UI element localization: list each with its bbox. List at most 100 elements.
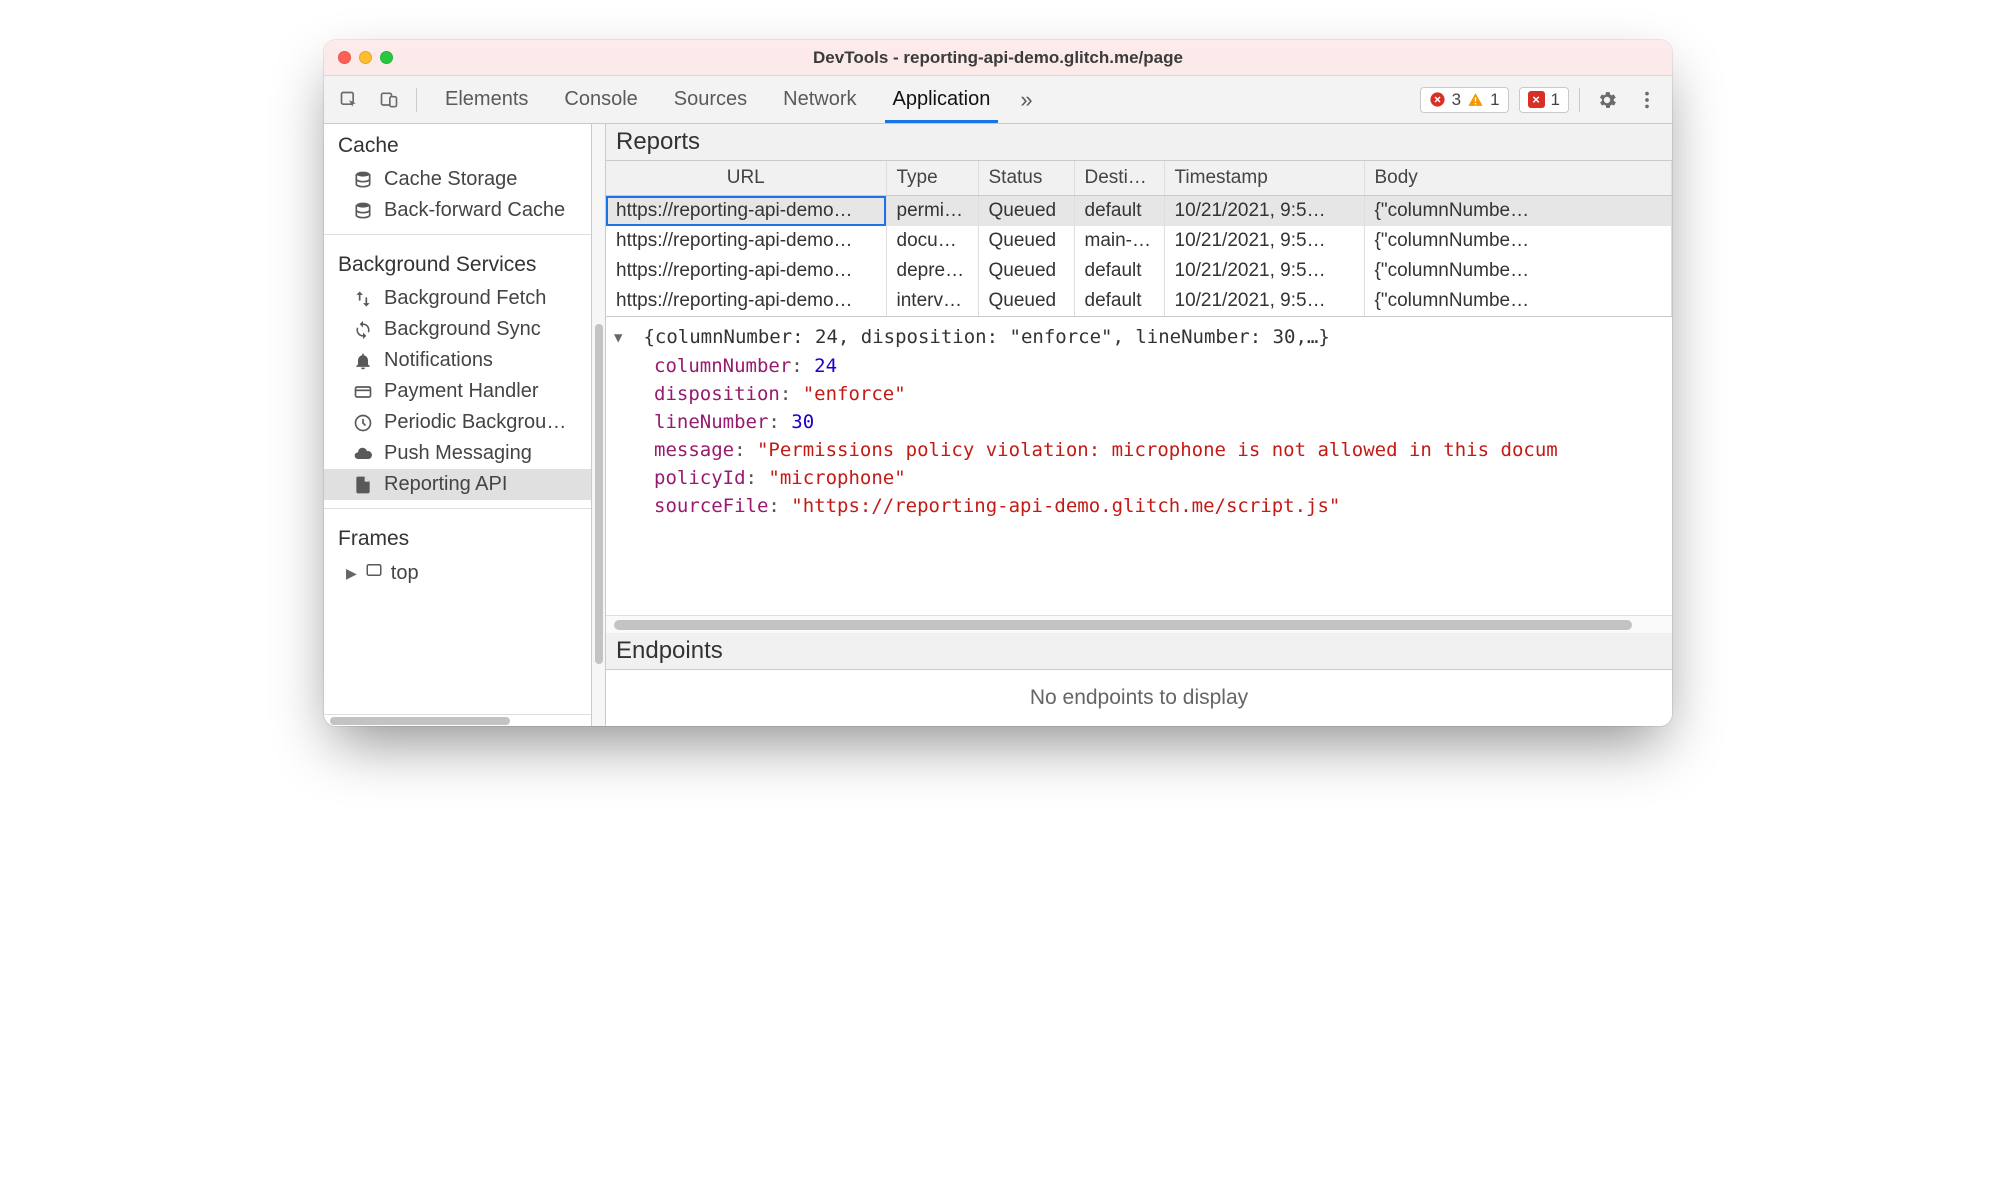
sidebar-item-payment-handler[interactable]: Payment Handler — [324, 376, 591, 407]
json-field-columnNumber: columnNumber24 — [614, 352, 1664, 380]
sync-icon — [352, 319, 374, 341]
endpoints-header: Endpoints — [606, 633, 1672, 670]
json-value: "https://reporting-api-demo.glitch.me/sc… — [791, 495, 1340, 517]
reports-column-header[interactable]: URL — [606, 161, 886, 196]
sidebar-item-label: Notifications — [384, 349, 493, 372]
card-icon — [352, 381, 374, 403]
warning-count: 1 — [1490, 90, 1499, 110]
sidebar-item-label: Periodic Background Sync — [384, 411, 577, 434]
application-main: Reports URLTypeStatusDesti…TimestampBody… — [606, 124, 1672, 726]
devtools-tabstrip: ElementsConsoleSourcesNetworkApplication… — [324, 76, 1672, 124]
sidebar-item-back-forward-cache[interactable]: Back-forward Cache — [324, 195, 591, 226]
reports-column-header[interactable]: Desti… — [1074, 161, 1164, 196]
panel-tabs: ElementsConsoleSourcesNetworkApplication — [427, 76, 1008, 123]
tab-console[interactable]: Console — [546, 76, 655, 123]
cell-type: interv… — [886, 286, 978, 316]
db-icon — [352, 169, 374, 191]
cell-ts: 10/21/2021, 9:5… — [1164, 256, 1364, 286]
json-key: message — [654, 439, 757, 461]
cell-type: docu… — [886, 226, 978, 256]
more-menu-icon[interactable] — [1630, 83, 1664, 117]
reports-column-header[interactable]: Body — [1364, 161, 1672, 196]
cell-body: {"columnNumbe… — [1364, 226, 1672, 256]
cell-dest: default — [1074, 256, 1164, 286]
disclosure-triangle-icon[interactable]: ▼ — [614, 324, 632, 352]
json-key: policyId — [654, 467, 768, 489]
json-key: columnNumber — [654, 355, 814, 377]
sidebar-item-background-fetch[interactable]: Background Fetch — [324, 283, 591, 314]
cell-status: Queued — [978, 226, 1074, 256]
frames-top-item[interactable]: ▶ top — [324, 557, 591, 589]
cell-url: https://reporting-api-demo… — [606, 286, 886, 316]
sidebar-item-background-sync[interactable]: Background Sync — [324, 314, 591, 345]
frame-icon — [365, 561, 383, 585]
settings-icon[interactable] — [1590, 83, 1624, 117]
bell-icon — [352, 350, 374, 372]
sidebar-item-notifications[interactable]: Notifications — [324, 345, 591, 376]
console-status-badge[interactable]: 3 1 — [1420, 87, 1509, 113]
json-field-policyId: policyId"microphone" — [614, 464, 1664, 492]
cell-ts: 10/21/2021, 9:5… — [1164, 286, 1364, 316]
tab-elements[interactable]: Elements — [427, 76, 546, 123]
sidebar-item-label: Reporting API — [384, 473, 507, 496]
cell-status: Queued — [978, 286, 1074, 316]
device-toggle-icon[interactable] — [372, 83, 406, 117]
cell-url: https://reporting-api-demo… — [606, 226, 886, 256]
table-row[interactable]: https://reporting-api-demo…docu…Queuedma… — [606, 226, 1672, 256]
issue-icon: × — [1528, 91, 1545, 108]
reports-column-header[interactable]: Timestamp — [1164, 161, 1364, 196]
json-key: sourceFile — [654, 495, 791, 517]
cell-dest: default — [1074, 286, 1164, 316]
reports-header: Reports — [606, 124, 1672, 161]
reports-table: URLTypeStatusDesti…TimestampBody https:/… — [606, 161, 1672, 316]
sidebar-hscrollbar[interactable] — [324, 714, 591, 726]
clock-icon — [352, 412, 374, 434]
cell-status: Queued — [978, 256, 1074, 286]
table-row[interactable]: https://reporting-api-demo…permi…Queuedd… — [606, 196, 1672, 227]
cell-body: {"columnNumbe… — [1364, 286, 1672, 316]
table-row[interactable]: https://reporting-api-demo…interv…Queued… — [606, 286, 1672, 316]
frames-section-title: Frames — [324, 517, 591, 557]
cell-ts: 10/21/2021, 9:5… — [1164, 196, 1364, 227]
file-icon — [352, 474, 374, 496]
detail-hscrollbar[interactable] — [606, 615, 1672, 633]
cell-ts: 10/21/2021, 9:5… — [1164, 226, 1364, 256]
json-key: lineNumber — [654, 411, 791, 433]
sidebar-vscrollbar[interactable] — [592, 124, 606, 726]
toolbar-divider — [416, 88, 417, 112]
json-value: "Permissions policy violation: microphon… — [757, 439, 1558, 461]
endpoints-empty-text: No endpoints to display — [606, 670, 1672, 726]
sidebar-item-periodic-background-sync[interactable]: Periodic Background Sync — [324, 407, 591, 438]
json-field-lineNumber: lineNumber30 — [614, 408, 1664, 436]
json-field-disposition: disposition"enforce" — [614, 380, 1664, 408]
sidebar-item-cache-storage[interactable]: Cache Storage — [324, 164, 591, 195]
application-sidebar: CacheCache Storage Back-forward Cache Back… — [324, 124, 592, 726]
devtools-window: DevTools - reporting-api-demo.glitch.me/… — [324, 40, 1672, 726]
tab-network[interactable]: Network — [765, 76, 874, 123]
cell-type: depre… — [886, 256, 978, 286]
sidebar-divider — [324, 234, 591, 235]
tab-application[interactable]: Application — [875, 76, 1009, 123]
issues-badge[interactable]: × 1 — [1519, 87, 1569, 113]
reports-column-header[interactable]: Type — [886, 161, 978, 196]
frame-top-label: top — [391, 562, 419, 585]
disclosure-triangle-icon[interactable]: ▶ — [346, 565, 357, 582]
more-tabs-icon[interactable]: » — [1014, 87, 1038, 113]
db-icon — [352, 200, 374, 222]
inspect-element-icon[interactable] — [332, 83, 366, 117]
window-title: DevTools - reporting-api-demo.glitch.me/… — [324, 48, 1672, 68]
status-badges: 3 1 × 1 — [1420, 87, 1569, 113]
sidebar-item-label: Back-forward Cache — [384, 199, 565, 222]
issue-count: 1 — [1551, 90, 1560, 110]
cell-dest: main-… — [1074, 226, 1164, 256]
sidebar-item-reporting-api[interactable]: Reporting API — [324, 469, 591, 500]
sidebar-item-push-messaging[interactable]: Push Messaging — [324, 438, 591, 469]
devtools-body: CacheCache Storage Back-forward Cache Back… — [324, 124, 1672, 726]
table-row[interactable]: https://reporting-api-demo…depre…Queuedd… — [606, 256, 1672, 286]
json-field-sourceFile: sourceFile"https://reporting-api-demo.gl… — [614, 492, 1664, 520]
json-value: "microphone" — [768, 467, 905, 489]
reports-column-header[interactable]: Status — [978, 161, 1074, 196]
sidebar-item-label: Background Fetch — [384, 287, 546, 310]
tab-sources[interactable]: Sources — [656, 76, 765, 123]
sidebar-section-title: Cache — [324, 124, 591, 164]
